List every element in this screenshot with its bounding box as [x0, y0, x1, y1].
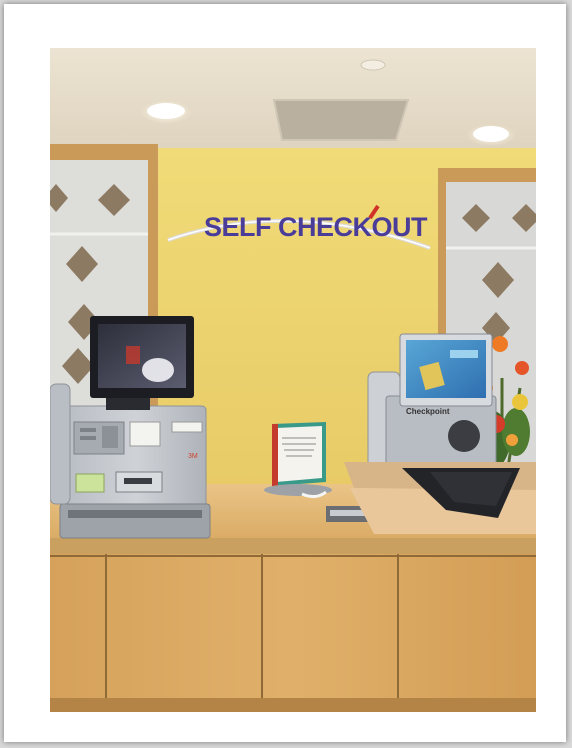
self-checkout-sign: SELF CHECKOUT: [167, 204, 431, 250]
left-monitor-glare: [142, 358, 174, 382]
right-monitor-screen: [406, 340, 486, 398]
sign-text: SELF CHECKOUT: [204, 212, 428, 242]
left-kiosk-keypad: [73, 421, 125, 455]
left-kiosk-slot: [171, 421, 203, 433]
photo-frame: SELF CHECKOUT 3M Checkpoint: [4, 4, 566, 742]
right-kiosk-scanner: [448, 420, 480, 452]
right-kiosk-brand: Checkpoint: [406, 407, 450, 416]
left-kiosk-green-sticker: [75, 473, 105, 493]
self-checkout-photo: SELF CHECKOUT 3M Checkpoint: [50, 48, 536, 712]
left-edge-kiosk: [50, 383, 71, 505]
ceiling-vent: [272, 99, 410, 141]
svg-text:3M: 3M: [188, 453, 198, 460]
ceiling-light-right-bulb: [473, 126, 509, 142]
left-kiosk-base: [59, 503, 211, 539]
left-monitor-screen: [98, 324, 186, 388]
photo-scene: SELF CHECKOUT 3M Checkpoint: [50, 48, 536, 712]
counter-cabinets: [50, 554, 536, 712]
counter-edge: [50, 538, 536, 554]
left-kiosk-label: [129, 421, 161, 447]
sign-holder-paper: [276, 426, 322, 482]
ceiling-sprinkler: [360, 59, 386, 71]
ceiling-light-left-bulb: [147, 103, 185, 119]
